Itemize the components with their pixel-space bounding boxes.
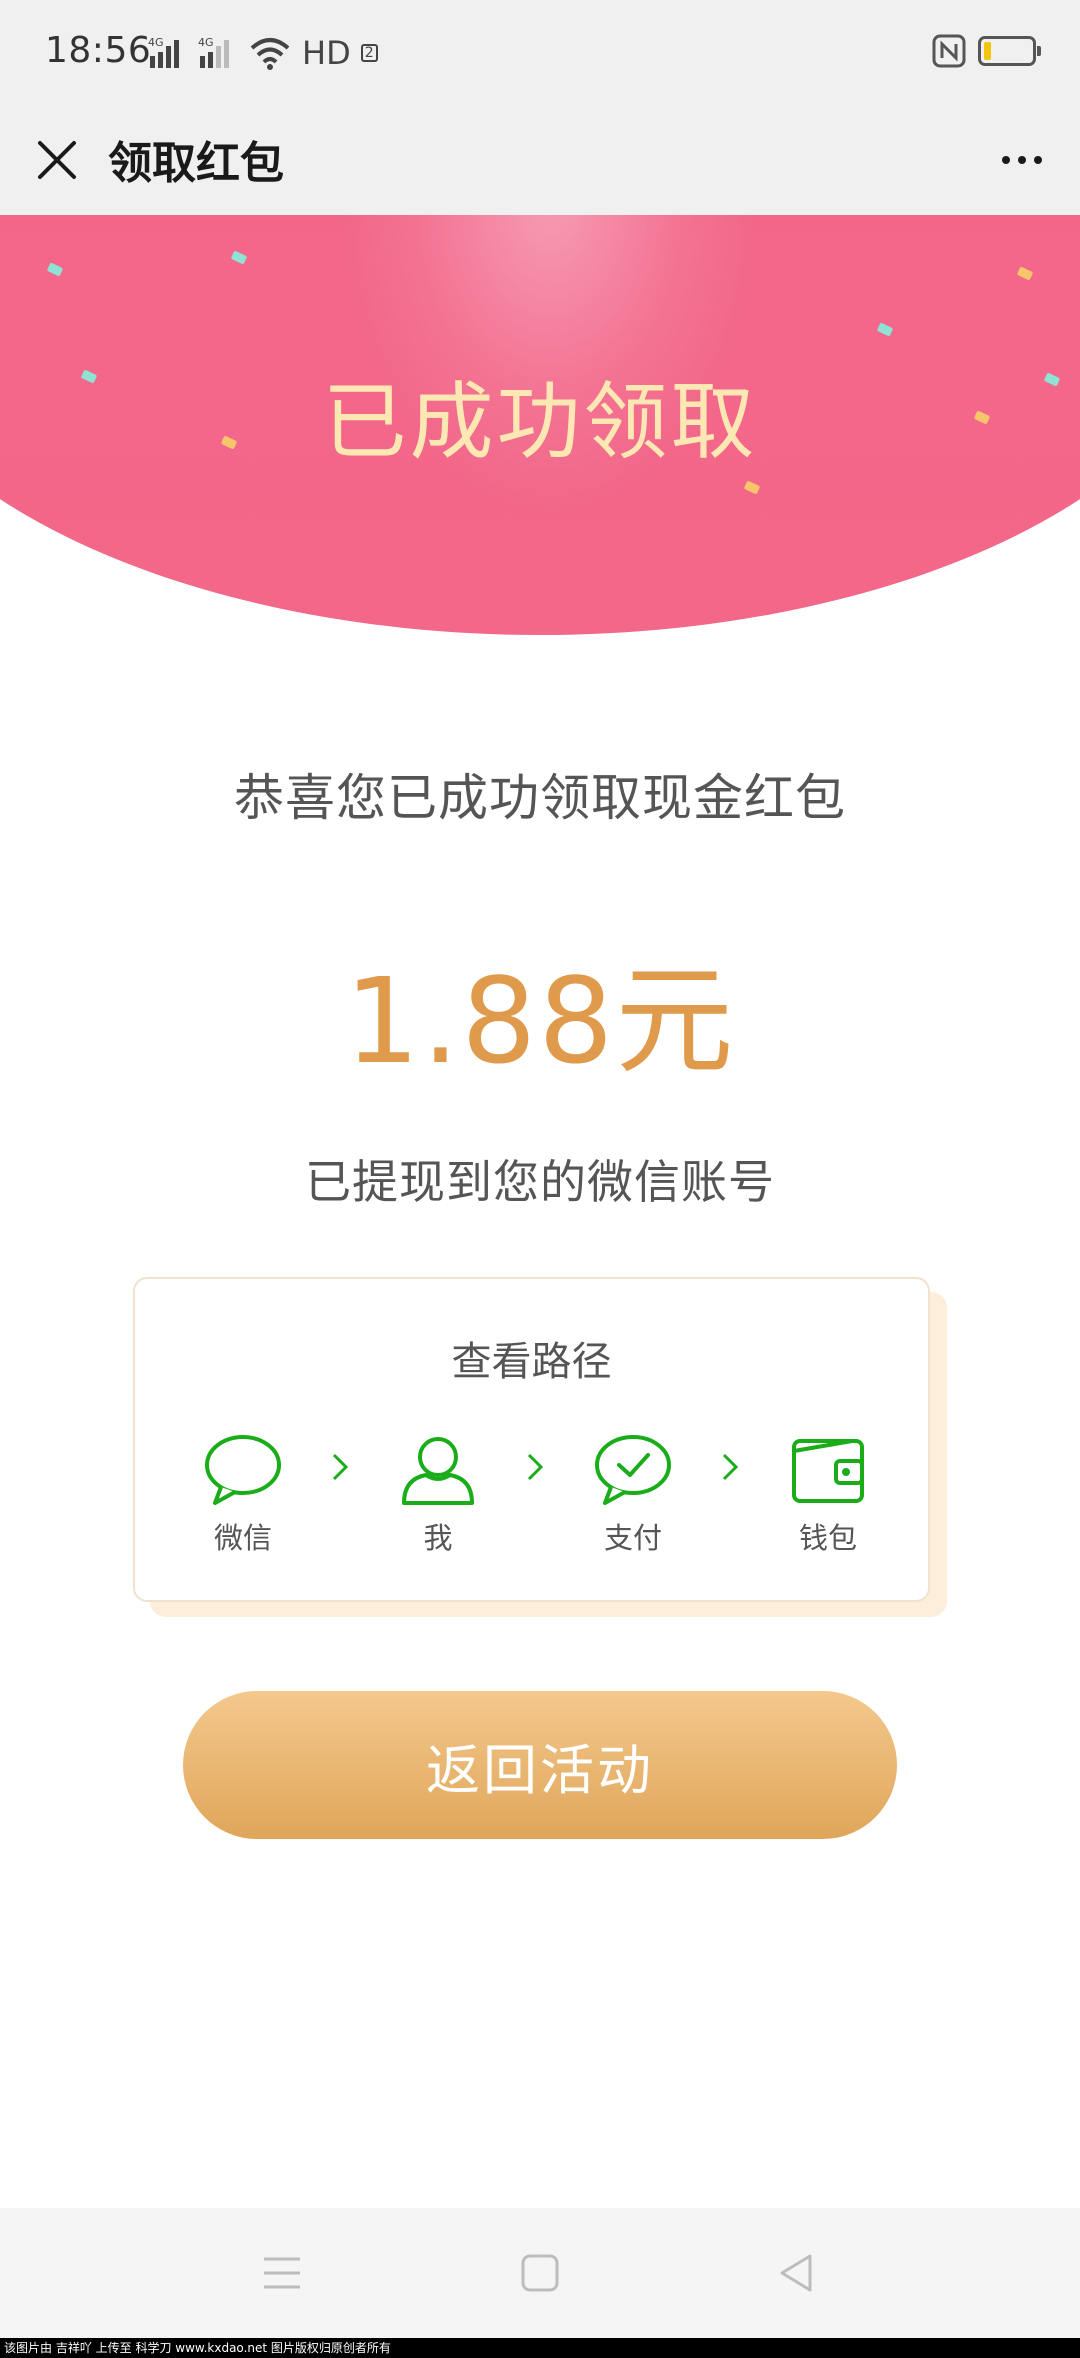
more-button[interactable] [992,135,1052,185]
hero-banner: 已成功领取 [0,215,1080,635]
path-step-label: 钱包 [798,1521,857,1555]
path-card: 查看路径 微信 我 支付 钱包 [133,1277,930,1602]
network-label: 4G [198,36,214,49]
nfc-icon [932,34,966,68]
menu-button[interactable] [252,2243,312,2303]
battery-icon [978,36,1041,66]
path-step-label: 我 [423,1521,453,1555]
payment-check-icon [595,1435,671,1505]
watermark-text: 该图片由 吉祥吖 上传至 科学刀 www.kxdao.net 图片版权归原创者所… [0,2338,1080,2358]
system-nav-bar [0,2208,1080,2338]
path-title: 查看路径 [451,1339,612,1385]
withdraw-note: 已提现到您的微信账号 [305,1155,775,1209]
chevron-right-icon [325,1449,355,1485]
hd-sub-label: 2 [360,44,378,62]
chevron-right-icon [715,1449,745,1485]
path-step-label: 支付 [603,1521,662,1555]
status-network-icons: 4G 4G HD 2 [148,34,378,72]
path-step-payment: 支付 [573,1425,693,1557]
path-step-wallet: 钱包 [768,1425,888,1557]
back-icon [780,2254,812,2292]
back-button[interactable] [766,2243,826,2303]
signal-4g-icon: 4G [198,36,229,68]
more-icon-dot [1018,156,1026,164]
path-step-label: 微信 [213,1521,272,1555]
chevron-right-icon [520,1449,550,1485]
chat-bubble-icon [205,1435,281,1505]
status-time: 18:56 [45,30,152,71]
close-button[interactable] [22,125,92,195]
amount-value: 1.88元 [344,952,736,1090]
hero-title: 已成功领取 [322,373,758,471]
home-button[interactable] [510,2243,570,2303]
path-step-me: 我 [378,1425,498,1557]
more-icon-dot [1034,156,1042,164]
network-label: 4G [148,36,164,49]
congrats-text: 恭喜您已成功领取现金红包 [234,769,846,827]
back-to-activity-button[interactable]: 返回活动 [183,1691,897,1839]
more-icon [1002,156,1010,164]
menu-icon [264,2257,300,2289]
signal-4g-icon: 4G [148,36,179,68]
home-icon [521,2254,559,2292]
path-step-wechat: 微信 [183,1425,303,1557]
battery-level [984,42,991,60]
title-bar: 领取红包 [0,105,1080,215]
hd-label: HD [302,34,351,72]
user-icon [402,1437,474,1505]
wallet-icon [792,1439,864,1503]
page-title: 领取红包 [108,138,284,189]
close-icon [38,141,76,179]
wifi-icon [250,38,290,70]
status-right-icons [932,34,1041,68]
status-bar: 18:56 4G 4G HD 2 [0,0,1080,105]
